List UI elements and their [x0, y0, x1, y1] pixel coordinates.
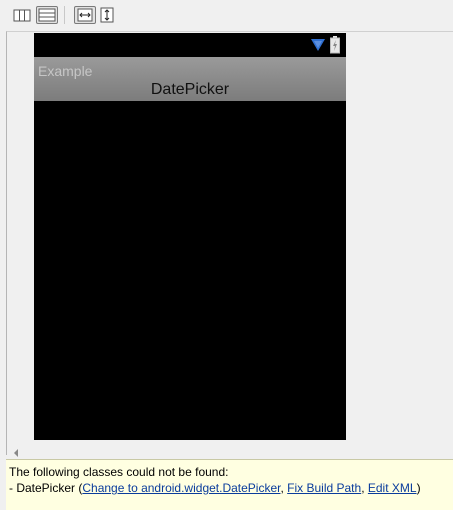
error-message: The following classes could not be found… [9, 465, 229, 479]
error-panel: The following classes could not be found… [6, 459, 453, 510]
change-class-link[interactable]: Change to android.widget.DatePicker [82, 481, 280, 495]
fix-build-path-link[interactable]: Fix Build Path [287, 481, 361, 495]
rows-layout-icon[interactable] [36, 6, 58, 24]
app-title-bar: Example DatePicker [34, 57, 346, 101]
error-suffix: ) [416, 481, 421, 495]
editor-toolbar [0, 0, 453, 31]
error-prefix: - DatePicker ( [9, 481, 83, 495]
link-separator: , [361, 481, 368, 495]
edit-xml-link[interactable]: Edit XML [368, 481, 417, 495]
datepicker-widget-label[interactable]: DatePicker [34, 81, 346, 99]
status-bar [34, 33, 346, 57]
error-detail: - DatePicker (Change to android.widget.D… [9, 480, 453, 496]
toolbar-separator [64, 6, 65, 24]
columns-layout-icon[interactable] [12, 6, 32, 24]
wifi-signal-icon [310, 38, 326, 57]
horizontal-arrows-icon[interactable] [74, 6, 96, 24]
device-preview[interactable]: Example DatePicker [34, 33, 346, 440]
vertical-arrows-icon[interactable] [99, 6, 115, 24]
horizontal-scrollbar[interactable] [6, 441, 453, 457]
battery-icon [330, 36, 340, 59]
app-title: Example [38, 63, 93, 79]
